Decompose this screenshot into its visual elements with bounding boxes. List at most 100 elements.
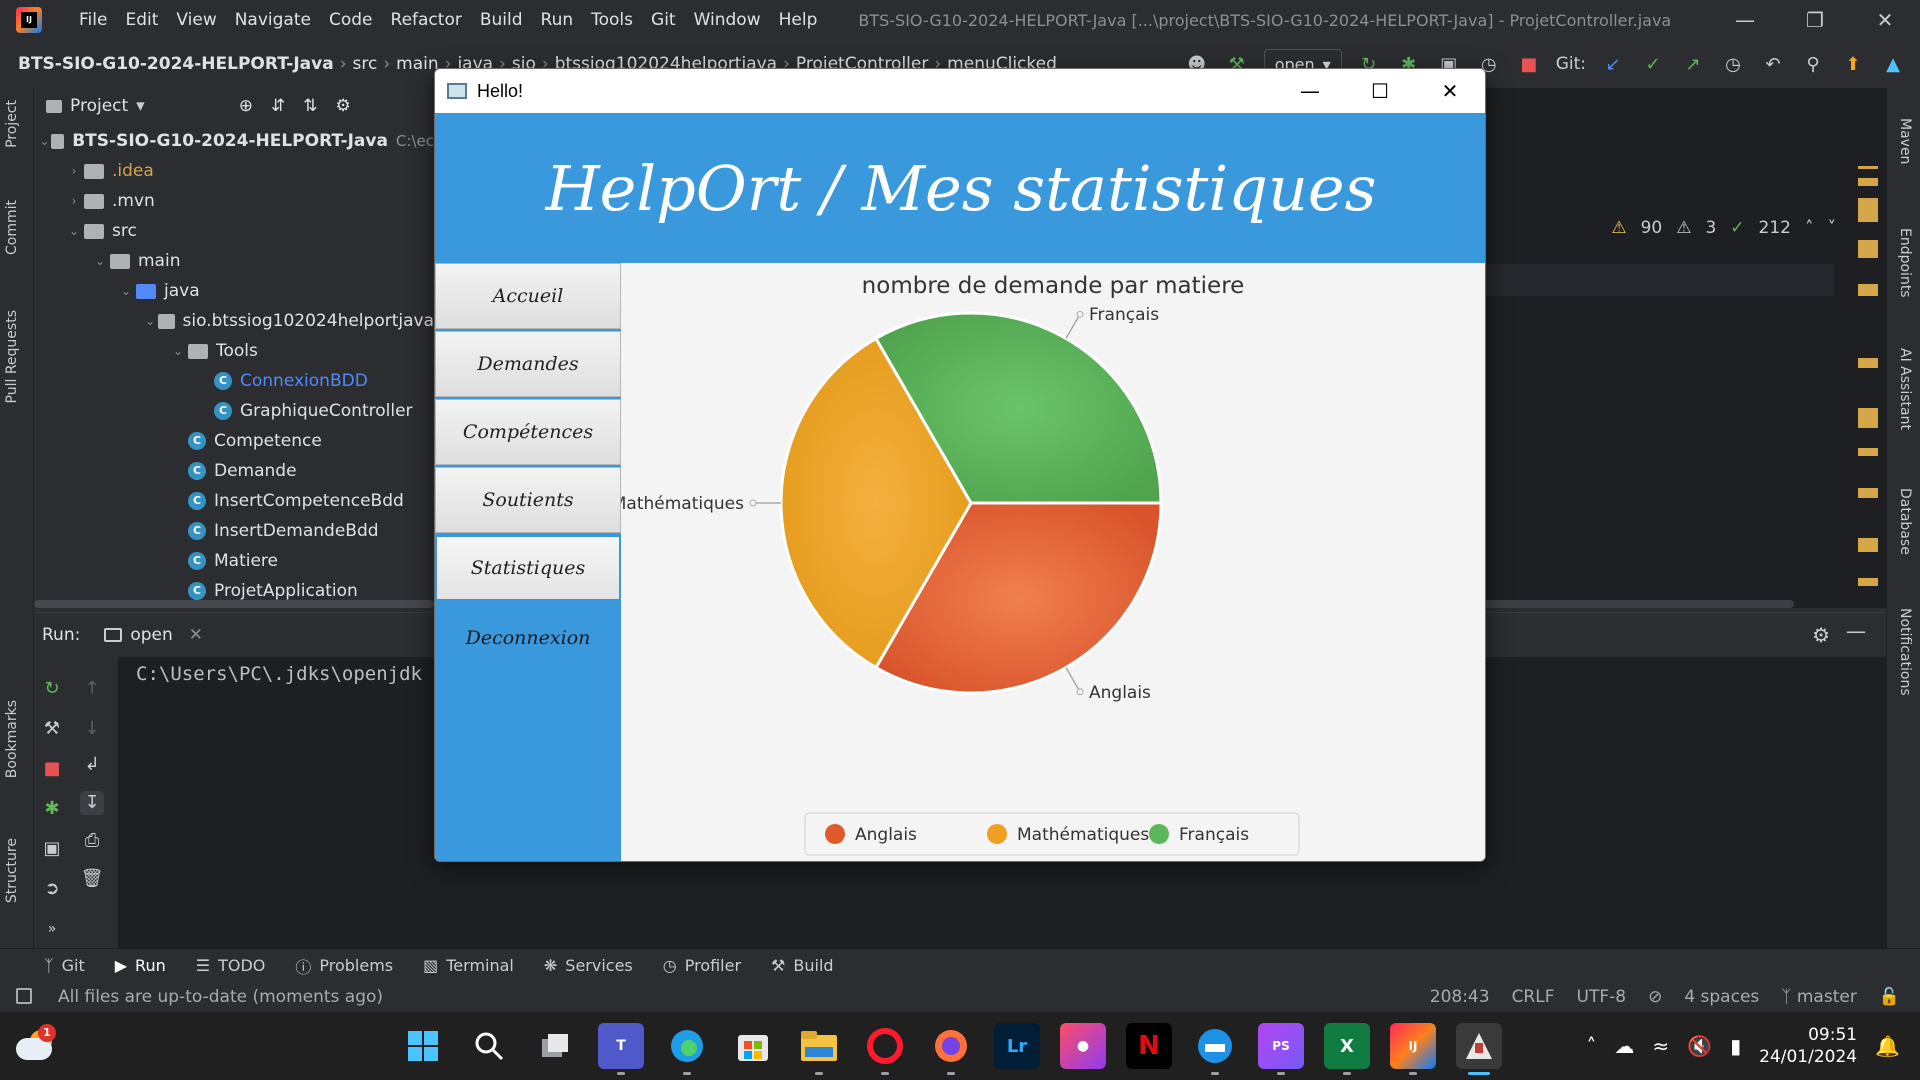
tree-item[interactable]: C Matiere <box>34 546 434 576</box>
tree-toggle-icon[interactable]: ⌄ <box>142 314 158 328</box>
menu-tools[interactable]: Tools <box>582 0 642 40</box>
menu-build[interactable]: Build <box>471 0 532 40</box>
tree-root[interactable]: ⌄ BTS-SIO-G10-2024-HELPORT-Java C:\ec <box>34 126 434 156</box>
tab-bookmarks[interactable]: Bookmarks <box>4 700 20 778</box>
error-stripe-marker[interactable] <box>1858 408 1878 428</box>
line-separator[interactable]: CRLF <box>1512 987 1555 1007</box>
menu-git[interactable]: Git <box>642 0 685 40</box>
gear-icon[interactable]: ⚙ <box>335 96 350 116</box>
nav-statistiques-button[interactable]: Statistiques <box>435 535 621 601</box>
creative-cloud-icon[interactable]: ● <box>1060 1023 1106 1069</box>
phpstorm-icon[interactable]: PS <box>1258 1023 1304 1075</box>
tree-toggle-icon[interactable]: ⌄ <box>90 254 110 268</box>
project-horizontal-scrollbar[interactable] <box>34 600 434 608</box>
menu-view[interactable]: View <box>167 0 225 40</box>
store-icon[interactable] <box>730 1023 776 1069</box>
tab-run[interactable]: ▶ Run <box>115 956 166 975</box>
teams-icon[interactable]: T <box>598 1023 644 1075</box>
chevron-down-icon[interactable]: ⌄ <box>38 134 51 148</box>
print-icon[interactable]: ⎙ <box>80 829 104 853</box>
tree-item[interactable]: C InsertDemandeBdd <box>34 516 434 546</box>
menu-help[interactable]: Help <box>770 0 827 40</box>
chevron-down-icon[interactable]: ▾ <box>136 96 145 116</box>
exit-icon[interactable]: ➲ <box>40 877 64 901</box>
scroll-to-end-icon[interactable]: ↧ <box>80 791 104 815</box>
collapse-all-icon[interactable]: ⇅ <box>303 96 317 116</box>
chevron-down-icon[interactable]: ˅ <box>1828 218 1837 238</box>
arrow-up-icon[interactable]: ↑ <box>80 677 104 701</box>
weather-widget-icon[interactable]: 1 <box>16 1024 56 1060</box>
edge-icon[interactable] <box>664 1023 710 1075</box>
panel-toggle-icon[interactable] <box>16 988 32 1004</box>
logout-link[interactable]: Deconnexion <box>435 605 621 671</box>
netflix-icon[interactable]: N <box>1126 1023 1172 1069</box>
stop-icon[interactable]: ■ <box>1516 51 1542 77</box>
status-message[interactable]: All files are up-to-date (moments ago) <box>58 987 383 1007</box>
git-branch[interactable]: ᛉ master <box>1781 987 1857 1007</box>
close-icon[interactable]: ✕ <box>189 625 203 645</box>
file-explorer-icon[interactable] <box>796 1023 842 1075</box>
error-stripe-marker[interactable] <box>1858 284 1878 296</box>
tab-structure[interactable]: Structure <box>4 838 20 903</box>
ai-assistant-icon[interactable]: ▲ <box>1880 51 1906 77</box>
tree-item[interactable]: ⌄ src <box>34 216 434 246</box>
nav-soutients-button[interactable]: Soutients <box>435 467 621 533</box>
tab-profiler[interactable]: ◷ Profiler <box>663 956 741 975</box>
opera-icon[interactable] <box>862 1023 908 1075</box>
nav-accueil-button[interactable]: Accueil <box>435 263 621 329</box>
docker-icon[interactable] <box>1192 1023 1238 1075</box>
tab-terminal[interactable]: ▧ Terminal <box>423 956 514 975</box>
tree-item[interactable]: › .mvn <box>34 186 434 216</box>
start-windows-icon[interactable] <box>400 1023 446 1069</box>
tree-toggle-icon[interactable]: ⌄ <box>116 284 136 298</box>
close-icon[interactable]: ✕ <box>1850 0 1920 40</box>
tab-problems[interactable]: ⓘ Problems <box>295 954 393 978</box>
tab-notifications[interactable]: Notifications <box>1897 608 1913 696</box>
excel-icon[interactable]: X <box>1324 1023 1370 1075</box>
tab-build[interactable]: ⚒ Build <box>771 956 834 975</box>
error-stripe-marker[interactable] <box>1858 240 1878 258</box>
onedrive-cloud-icon[interactable]: ☁ <box>1614 1034 1634 1058</box>
minimize-icon[interactable]: — <box>1846 619 1866 643</box>
caret-position[interactable]: 208:43 <box>1430 987 1490 1007</box>
run-tab-open[interactable]: open ✕ <box>104 625 203 645</box>
tab-database[interactable]: Database <box>1897 488 1913 555</box>
trash-icon[interactable]: 🗑 <box>80 867 104 891</box>
tree-item[interactable]: C GraphiqueController <box>34 396 434 426</box>
search-icon[interactable] <box>466 1023 512 1069</box>
restore-icon[interactable]: ❐ <box>1780 0 1850 40</box>
indent-setting[interactable]: 4 spaces <box>1684 987 1759 1007</box>
menu-navigate[interactable]: Navigate <box>226 0 320 40</box>
tree-toggle-icon[interactable]: ⌄ <box>168 344 188 358</box>
lock-icon[interactable]: 🔓 <box>1879 987 1900 1007</box>
error-stripe-marker[interactable] <box>1858 198 1878 222</box>
tab-commit[interactable]: Commit <box>4 200 20 255</box>
tab-ai-assistant[interactable]: AI Assistant <box>1897 348 1913 430</box>
tree-item[interactable]: ⌄ sio.btssiog102024helportjava <box>34 306 434 336</box>
error-stripe-marker[interactable] <box>1858 488 1878 498</box>
lightroom-icon[interactable]: Lr <box>994 1023 1040 1069</box>
error-stripe-marker[interactable] <box>1858 538 1878 552</box>
menu-window[interactable]: Window <box>685 0 770 40</box>
tab-todo[interactable]: ☰ TODO <box>196 956 266 975</box>
tree-item[interactable]: C ConnexionBDD <box>34 366 434 396</box>
tree-item[interactable]: ⌄ java <box>34 276 434 306</box>
intellij-logo-icon[interactable]: IJ <box>16 7 42 33</box>
expand-all-icon[interactable]: ⇵ <box>271 96 285 116</box>
file-encoding[interactable]: UTF-8 <box>1577 987 1627 1007</box>
tree-item[interactable]: › .idea <box>34 156 434 186</box>
locate-icon[interactable]: ⊕ <box>239 96 253 116</box>
volume-muted-icon[interactable]: 🔇 <box>1687 1034 1712 1058</box>
tab-maven[interactable]: Maven <box>1897 118 1913 164</box>
error-stripe-marker[interactable] <box>1858 178 1878 186</box>
arrow-down-icon[interactable]: ↓ <box>80 717 104 741</box>
menu-code[interactable]: Code <box>320 0 382 40</box>
tab-endpoints[interactable]: Endpoints <box>1897 228 1913 298</box>
task-view-icon[interactable] <box>532 1023 578 1069</box>
stop-icon[interactable]: ■ <box>40 757 64 781</box>
rollback-icon[interactable]: ↶ <box>1760 51 1786 77</box>
minimize-icon[interactable]: — <box>1275 69 1345 113</box>
nav-competences-button[interactable]: Compétences <box>435 399 621 465</box>
inspection-off-icon[interactable]: ⊘ <box>1648 987 1662 1007</box>
wrench-icon[interactable]: ⚒ <box>40 717 64 741</box>
